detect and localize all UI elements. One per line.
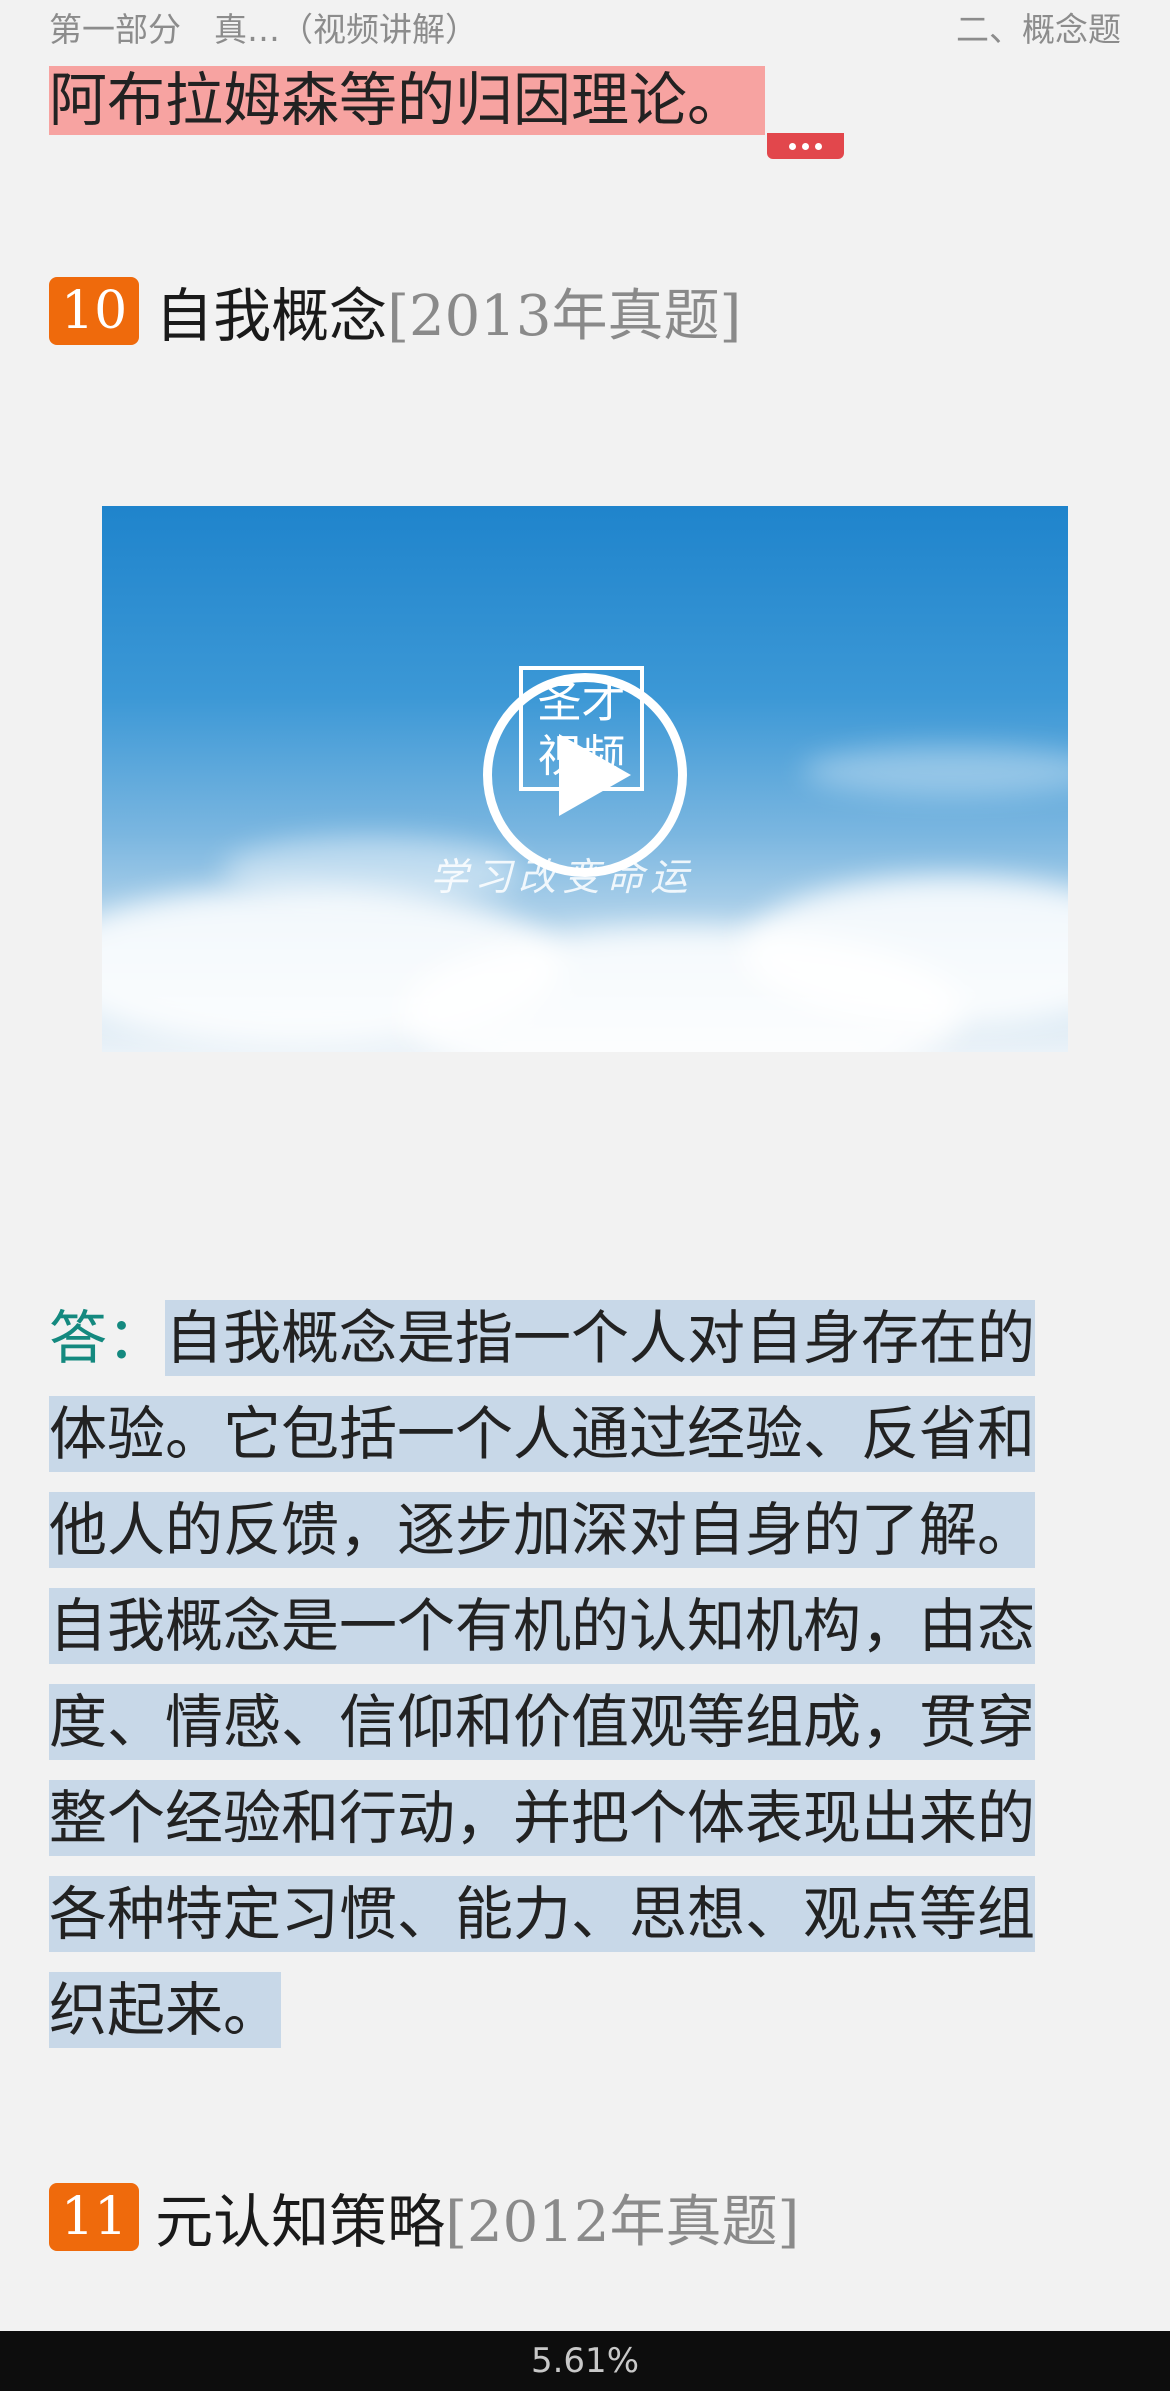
- dot-icon: [815, 142, 822, 150]
- play-icon: [559, 734, 631, 816]
- video-player[interactable]: 圣才 视频 学习改变命运: [102, 506, 1068, 1052]
- question-title: 自我概念: [155, 282, 388, 350]
- reading-progress-bar: 5.61%: [0, 2331, 1170, 2391]
- question-number-badge: 10: [49, 277, 140, 345]
- question-heading: 10 自我概念 [2013年真题]: [49, 274, 741, 350]
- question-heading: 11 元认知策略 [2012年真题]: [49, 2180, 799, 2256]
- question-number-badge: 11: [49, 2183, 140, 2251]
- question-title: 元认知策略: [155, 2188, 446, 2256]
- answer-label: 答：: [49, 1304, 166, 1372]
- dot-icon: [802, 142, 809, 150]
- dot-icon: [789, 142, 796, 150]
- answer-text[interactable]: 自我概念是指一个人对自身存在的体验。它包括一个人通过经验、反省和他人的反馈，逐步…: [49, 1300, 1036, 2048]
- highlighted-text[interactable]: 阿布拉姆森等的归因理论。: [49, 66, 766, 135]
- answer-paragraph: 答：自我概念是指一个人对自身存在的体验。它包括一个人通过经验、反省和他人的反馈，…: [49, 1290, 1079, 2058]
- section-title: 二、概念题: [956, 10, 1121, 49]
- highlight-more-button[interactable]: [767, 133, 844, 159]
- chapter-breadcrumb: 第一部分 真…（视频讲解）: [49, 10, 478, 49]
- question-year-tag: [2013年真题]: [387, 283, 742, 349]
- video-slogan: 学习改变命运: [430, 855, 695, 899]
- question-year-tag: [2012年真题]: [445, 2189, 800, 2255]
- reading-progress-text: 5.61%: [530, 2341, 639, 2381]
